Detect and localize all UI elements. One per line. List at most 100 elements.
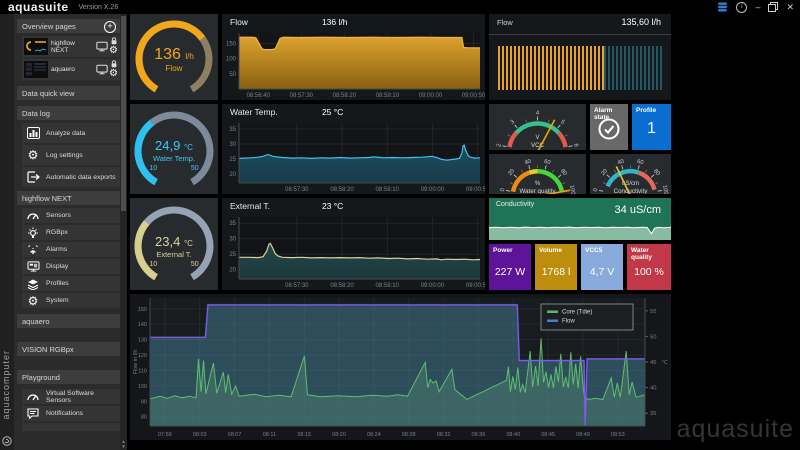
svg-text:40: 40 [650, 386, 656, 392]
scroll-down-icon[interactable]: ▼ [120, 444, 127, 449]
vcc-gauge-tile: 23456VVCC [489, 104, 586, 150]
water-quality-analog-gauge: 020406080100%Water quality [489, 154, 586, 194]
data-service-icon[interactable] [717, 2, 728, 12]
volume-label: Volume [539, 247, 562, 254]
flow-chart-title: Flow [230, 17, 248, 27]
water-area-chart: 2025303508:57:3008:58:2008:59:1009:00:00… [222, 120, 485, 194]
svg-text:20: 20 [229, 172, 236, 178]
flow-chart-value: 136 l/h [322, 17, 348, 27]
conductivity-title: Conductivity [496, 201, 534, 208]
ext-gauge-value: 23,4 [155, 234, 180, 249]
svg-text:50: 50 [229, 72, 236, 78]
power-tile: Power 227 W [489, 244, 531, 290]
sidebar-item-notifications[interactable]: Notifications [22, 406, 120, 421]
history-chart-panel: 07:5908:0308:0708:1108:1508:2008:2408:28… [130, 294, 671, 440]
svg-text:35: 35 [229, 127, 236, 133]
sidebar-scrollbar[interactable]: ▲ ▼ [120, 14, 127, 450]
sidebar-item-sensors[interactable]: Sensors [22, 208, 120, 223]
sidebar-header-overview-pages[interactable]: Overview pages + [17, 19, 120, 33]
svg-text:09:00:00: 09:00:00 [421, 187, 445, 193]
flow-gauge-value: 136 [154, 46, 181, 63]
svg-text:6: 6 [572, 143, 578, 147]
svg-text:08:20: 08:20 [332, 432, 346, 438]
svg-text:110: 110 [138, 368, 147, 374]
sidebar-header-data-log[interactable]: Data log [17, 106, 120, 120]
svg-text:08:07: 08:07 [228, 432, 242, 438]
sidebar-item-log-settings[interactable]: ⚙ Log settings [22, 145, 120, 165]
restore-button[interactable] [768, 2, 778, 12]
speedometer-icon [25, 211, 41, 220]
svg-text:07:59: 07:59 [158, 432, 172, 438]
chat-bubble-icon [25, 408, 41, 419]
water-quality-tile: Water quality 100 % [627, 244, 671, 290]
water-temp-gauge-tile: 24,9 °C Water Temp. 10 50 [130, 104, 218, 194]
close-button[interactable]: ✕ [786, 2, 794, 12]
add-overview-page-button[interactable]: + [104, 21, 116, 33]
sidebar-header-highflow-next[interactable]: highflow NEXT [17, 191, 120, 205]
lock-icon[interactable] [110, 60, 118, 68]
svg-text:08:03: 08:03 [193, 432, 207, 438]
svg-text:08:11: 08:11 [263, 432, 276, 438]
window-titlebar[interactable]: aquasuite Version X.26 i – ✕ [0, 0, 800, 14]
svg-text:08:24: 08:24 [367, 432, 381, 438]
gear-icon: ⚙ [25, 295, 41, 307]
svg-text:Flow in l/h: Flow in l/h [133, 350, 139, 375]
svg-text:130: 130 [138, 338, 147, 344]
svg-text:09:00:00: 09:00:00 [421, 283, 445, 289]
sidebar-item-overview-highflow-next[interactable]: highflow NEXT ⚙ [22, 36, 120, 57]
flow-bar-title: Flow [497, 18, 513, 27]
sidebar: Overview pages + highflow NEXT ⚙ [14, 14, 127, 450]
sidebar-item-system[interactable]: ⚙ System [22, 293, 120, 308]
sidebar-item-overview-aquaero[interactable]: aquaero ⚙ [22, 59, 120, 80]
scrollbar-thumb[interactable] [121, 16, 126, 211]
minimize-button[interactable]: – [755, 2, 760, 12]
flow-stripe-rest [604, 46, 662, 90]
svg-text:08:57:30: 08:57:30 [290, 93, 314, 99]
aquasuite-watermark: aquasuite [677, 415, 794, 444]
ext-chart-title: External T. [230, 201, 270, 211]
monitor-icon[interactable] [96, 41, 108, 52]
svg-text:20: 20 [229, 268, 236, 274]
sidebar-item-virtual-software-sensors[interactable]: Virtual Software Sensors [22, 389, 120, 404]
flow-chart-tile: Flow 136 l/h 5010015008:56:4008:57:3008:… [222, 14, 485, 100]
info-icon[interactable]: i [736, 2, 747, 13]
svg-text:08:58:20: 08:58:20 [330, 283, 354, 289]
gear-icon[interactable]: ⚙ [109, 45, 118, 57]
svg-text:100: 100 [568, 185, 576, 194]
svg-text:100: 100 [226, 57, 237, 63]
sidebar-header-playground[interactable]: Playground [17, 370, 120, 384]
sidebar-header-data-quick-view[interactable]: Data quick view [17, 86, 120, 100]
svg-text:09:00:00: 09:00:00 [419, 93, 443, 99]
sidebar-item-alarms[interactable]: Alarms [22, 242, 120, 257]
history-line-chart: 07:5908:0308:0708:1108:1508:2008:2408:28… [130, 294, 671, 440]
svg-text:45: 45 [650, 360, 656, 366]
gear-icon: ⚙ [25, 149, 41, 161]
monitor-icon[interactable] [96, 64, 108, 75]
water-gauge-value: 24,9 [155, 138, 180, 153]
sidebar-item-cutoff[interactable] [22, 423, 120, 431]
water-gauge-unit: °C [184, 143, 193, 152]
sidebar-item-analyze-data[interactable]: Analyze data [22, 123, 120, 143]
lock-icon[interactable] [110, 37, 118, 45]
svg-text:Core (Tdie): Core (Tdie) [562, 310, 592, 316]
gear-icon[interactable]: ⚙ [109, 68, 118, 80]
sidebar-item-automatic-data-exports[interactable]: Automatic data exports [22, 167, 120, 187]
svg-text:120: 120 [138, 353, 147, 359]
svg-text:08:53: 08:53 [611, 432, 625, 438]
svg-text:Flow: Flow [562, 319, 575, 325]
conductivity-sparkline [489, 222, 671, 240]
sidebar-item-display[interactable]: Display [22, 259, 120, 274]
sidebar-item-rgbpx[interactable]: RGBpx [22, 225, 120, 240]
sidebar-item-profiles[interactable]: Profiles [22, 276, 120, 291]
vcc5-value: 4,7 V [581, 266, 623, 278]
svg-text:4: 4 [536, 110, 540, 116]
svg-text:90: 90 [141, 399, 147, 405]
sidebar-header-vision-rgbpx[interactable]: VISION RGBpx [17, 342, 120, 356]
vcc-analog-gauge: 23456VVCC [489, 104, 586, 150]
aquasuite-window: aquasuite Version X.26 i – ✕ aquacompute… [0, 0, 800, 450]
ext-gauge-label: External T. [130, 250, 218, 259]
sidebar-header-aquaero[interactable]: aquaero [17, 314, 120, 328]
svg-text:09:00:50: 09:00:50 [466, 187, 485, 193]
brand-rail: aquacomputer [0, 14, 14, 450]
svg-text:25: 25 [229, 157, 236, 163]
